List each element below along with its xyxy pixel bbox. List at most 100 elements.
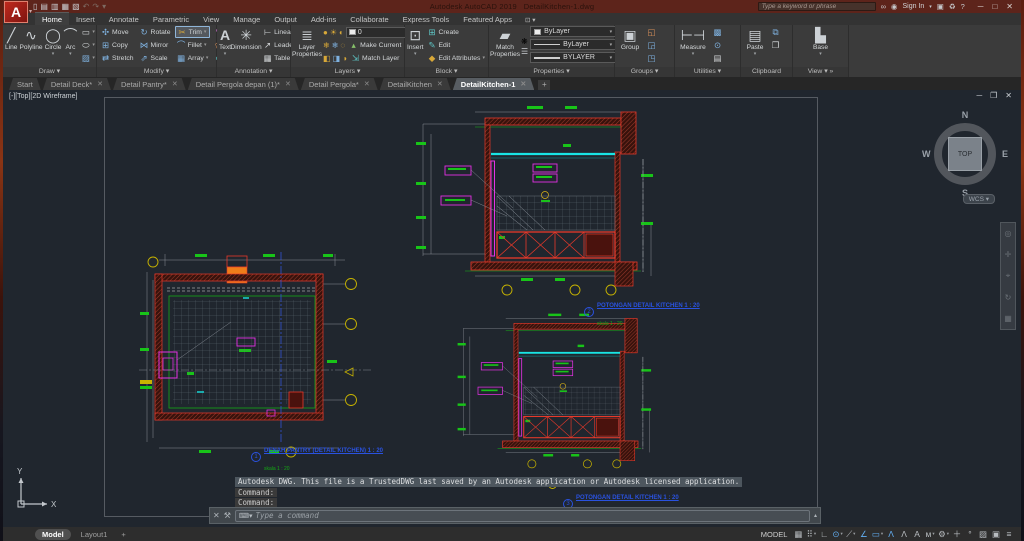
command-recent-icon[interactable]: ▴	[814, 512, 817, 519]
panel-label-view[interactable]: View ▾ »	[793, 67, 848, 77]
panel-label-annotation[interactable]: Annotation ▾	[217, 67, 290, 77]
lineweight-dropdown[interactable]: BYLAYER ▾	[530, 52, 617, 63]
paste-button[interactable]: ▤ Paste ▾	[743, 26, 767, 67]
layer-unlock-icon[interactable]: ◑	[342, 54, 347, 63]
viewcube-west[interactable]: W	[922, 149, 931, 159]
quick-calc-icon[interactable]: ▩	[711, 26, 724, 38]
navwheel-icon[interactable]: ◎	[1005, 229, 1012, 238]
showmotion-icon[interactable]: ▦	[1004, 314, 1012, 323]
ribbon-tab-annotate[interactable]: Annotate	[102, 13, 146, 25]
file-tab-detail-pantry[interactable]: Detail Pantry* ✕	[113, 78, 186, 90]
text-button[interactable]: A Text ▾	[219, 26, 231, 67]
annotation-visibility-toggle[interactable]: Λ	[885, 528, 897, 540]
wcs-menu[interactable]: WCS ▾	[962, 194, 995, 204]
polyline-button[interactable]: ∿ Polyline	[19, 26, 42, 67]
ribbon-tab-addins[interactable]: Add-ins	[304, 13, 343, 25]
ortho-toggle[interactable]: ∟	[818, 528, 830, 540]
object-snap-toggle[interactable]: ▭ ▾	[871, 528, 884, 540]
isodraft-toggle[interactable]: ⟋ ▾	[845, 528, 857, 540]
color-dropdown[interactable]: ByLayer ▾	[530, 26, 617, 37]
snap-toggle[interactable]: ⠿ ▾	[805, 528, 817, 540]
application-menu-button[interactable]: A	[4, 1, 28, 23]
make-current-button[interactable]: ▴ Make Current	[347, 39, 403, 51]
autoscale-toggle[interactable]: Λ	[898, 528, 910, 540]
layer-isolate-icon[interactable]: ☀	[330, 28, 337, 37]
match-properties-button[interactable]: ▰ Match Properties	[490, 26, 520, 67]
array-button[interactable]: ▦ Array ▾	[175, 52, 211, 64]
base-button[interactable]: ▙ Base ▾	[808, 26, 834, 67]
viewport-controls[interactable]: [-][Top][2D Wireframe]	[9, 93, 77, 100]
doc-minimize-icon[interactable]: ─	[976, 91, 982, 100]
app-store-icon[interactable]: ▣	[937, 2, 944, 11]
viewcube-top-face[interactable]: TOP	[948, 137, 982, 171]
model-space-button[interactable]: MODEL	[761, 530, 788, 539]
sign-in-button[interactable]: Sign In	[902, 3, 924, 10]
layer-walk-icon[interactable]: ◧	[323, 54, 331, 63]
search-binoculars-icon[interactable]: ∞	[881, 2, 886, 11]
match-layer-button[interactable]: ⇲ Match Layer	[349, 52, 401, 64]
copy-clip-icon[interactable]: ⧉	[769, 26, 782, 38]
file-tab-detailkitchen-1[interactable]: DetailKitchen-1 ✕	[453, 78, 534, 90]
viewcube-east[interactable]: E	[1002, 149, 1008, 159]
new-tab-button[interactable]: +	[538, 80, 551, 90]
minimize-button[interactable]: ─	[978, 2, 984, 11]
autodesk360-icon[interactable]: ♻	[949, 2, 956, 11]
layer-properties-button[interactable]: ≣ Layer Properties	[292, 26, 322, 67]
command-close-icon[interactable]: ✕	[213, 511, 220, 520]
circle-button[interactable]: ◯ Circle ▾	[45, 26, 62, 67]
panel-label-groups[interactable]: Groups ▾	[615, 67, 674, 77]
edit-attributes-button[interactable]: ◆ Edit Attributes ▾	[426, 52, 487, 64]
line-button[interactable]: ╱ Line	[5, 26, 17, 67]
drawing-canvas[interactable]: [-][Top][2D Wireframe] ─ ❐ ✕ 2 POTONGAN …	[3, 90, 1021, 527]
quick-properties-toggle[interactable]: ▨	[977, 528, 989, 540]
viewcube[interactable]: TOP N S W E	[922, 110, 1008, 198]
ribbon-tab-parametric[interactable]: Parametric	[146, 13, 196, 25]
group-select-icon[interactable]: ◳	[645, 52, 658, 64]
model-tab[interactable]: Model	[35, 528, 71, 540]
copy-button[interactable]: ⊞ Copy	[99, 39, 136, 51]
zoom-icon[interactable]: ⌖	[1006, 271, 1011, 281]
group-edit-icon[interactable]: ◲	[645, 39, 658, 51]
command-customize-icon[interactable]: ⚒	[224, 511, 231, 520]
layer-vpfreeze-icon[interactable]: ◨	[333, 54, 341, 63]
viewcube-north[interactable]: N	[962, 110, 969, 120]
close-tab-icon[interactable]: ✕	[97, 80, 103, 88]
close-tab-icon[interactable]: ✕	[437, 80, 443, 88]
pan-icon[interactable]: ✛	[1005, 250, 1012, 259]
panel-label-draw[interactable]: Draw ▾	[3, 67, 96, 77]
new-layout-button[interactable]: +	[117, 529, 129, 540]
color-wheel-icon[interactable]: ❋	[521, 37, 528, 46]
ribbon-tab-express-tools[interactable]: Express Tools	[396, 13, 457, 25]
ellipse-button[interactable]: ⬭ ▾	[79, 39, 97, 51]
clean-screen-button[interactable]: ▣	[990, 528, 1002, 540]
signin-dropdown-icon[interactable]: ▾	[929, 4, 932, 10]
close-button[interactable]: ✕	[1006, 2, 1013, 11]
stretch-button[interactable]: ⇄ Stretch	[99, 52, 136, 64]
layer-lock-icon[interactable]: ◐	[339, 28, 344, 37]
move-button[interactable]: ✣ Move	[99, 26, 136, 38]
panel-label-layers[interactable]: Layers ▾	[291, 67, 404, 77]
trim-button[interactable]: ✂ Trim ▾	[174, 26, 211, 38]
panel-label-block[interactable]: Block ▾	[405, 67, 488, 77]
measure-button[interactable]: ⊢⊣ Measure ▾	[677, 26, 709, 67]
create-block-button[interactable]: ⊞ Create	[426, 26, 487, 38]
file-tab-detailkitchen[interactable]: DetailKitchen ✕	[380, 78, 451, 90]
panel-label-modify[interactable]: Modify ▾	[97, 67, 216, 77]
group-button[interactable]: ▣ Group	[617, 26, 643, 67]
edit-block-button[interactable]: ✎ Edit	[426, 39, 487, 51]
restore-button[interactable]: □	[992, 2, 997, 11]
search-input[interactable]	[757, 2, 876, 11]
ribbon-tab-view[interactable]: View	[196, 13, 226, 25]
layer-thaw-icon[interactable]: ❄	[332, 41, 339, 50]
scale-button[interactable]: ⇗ Scale	[138, 52, 173, 64]
panel-label-utilities[interactable]: Utilities ▾	[675, 67, 740, 77]
rotate-button[interactable]: ↻ Rotate	[138, 26, 173, 38]
workspace-switching-button[interactable]: ᴍ ▾	[924, 528, 936, 540]
linetype-dropdown[interactable]: ByLayer ▾	[530, 39, 617, 50]
orbit-icon[interactable]: ↻	[1005, 293, 1012, 302]
dimension-button[interactable]: ✳ Dimension	[231, 26, 262, 67]
rectangle-button[interactable]: ▭ ▾	[79, 26, 97, 38]
file-tab-start[interactable]: Start	[9, 78, 41, 90]
ungroup-icon[interactable]: ◱	[645, 26, 658, 38]
grid-toggle[interactable]: ▦	[792, 528, 804, 540]
